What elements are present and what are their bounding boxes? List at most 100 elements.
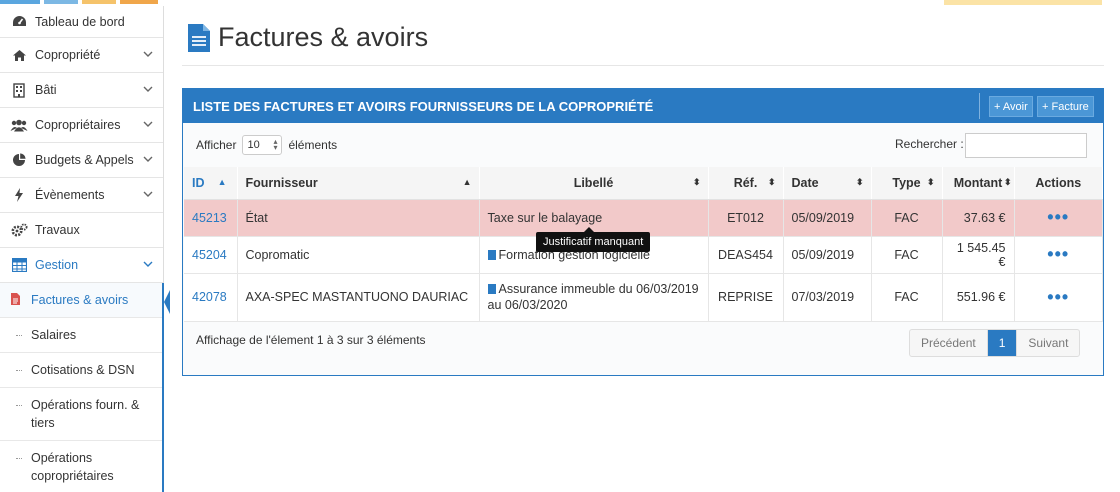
table-info: Affichage de l'élement 1 à 3 sur 3 éléme… (196, 333, 426, 347)
top-strip (0, 0, 1120, 6)
sidebar-subitem-label: Cotisations & DSN (31, 363, 135, 377)
sort-icon: ▲ (462, 177, 472, 187)
sidebar-item-travaux[interactable]: Travaux (0, 213, 163, 248)
sidebar-item-tableau-de-bord[interactable]: Tableau de bord (0, 6, 163, 38)
top-tab-3[interactable] (82, 0, 116, 4)
cell-fournisseur: Copromatic (237, 236, 480, 274)
column-header-label: Fournisseur (245, 175, 318, 190)
cell-type: FAC (871, 199, 943, 237)
cell-id[interactable]: 45213 (184, 199, 238, 237)
sidebar-item-gestion[interactable]: Gestion (0, 248, 163, 283)
cell-type: FAC (871, 273, 943, 322)
cell-date: 07/03/2019 (783, 273, 872, 322)
cell-actions: ••• (1014, 236, 1103, 274)
column-header-libelle[interactable]: Libellé ⬍ (479, 167, 709, 200)
page-length-control: Afficher 10 ▴ ▾ éléments (196, 135, 337, 155)
table-row[interactable]: 42078 AXA-SPEC MASTANTUONO DAURIAC Assur… (184, 273, 1103, 322)
more-actions-button[interactable]: ••• (1047, 287, 1069, 307)
chevron-down-icon (143, 83, 153, 97)
top-tab-2[interactable] (44, 0, 78, 4)
bolt-icon (10, 188, 28, 202)
document-icon (11, 292, 20, 310)
invoice-id-link[interactable]: 45213 (192, 211, 227, 225)
column-header-label: Libellé (573, 175, 614, 190)
column-header-type[interactable]: Type ⬍ (871, 167, 943, 200)
table-row[interactable]: 45213 État Taxe sur le balayage ET012 05… (184, 199, 1103, 237)
column-header-fournisseur[interactable]: Fournisseur ▲ (237, 167, 480, 200)
cell-montant: 551.96 € (942, 273, 1015, 322)
search-input[interactable] (965, 133, 1087, 158)
attachment-icon[interactable] (487, 249, 496, 260)
sidebar-subitem-factures-avoirs[interactable]: Factures & avoirs (0, 283, 170, 318)
page-title-text: Factures & avoirs (218, 22, 429, 52)
tree-connector (16, 458, 22, 459)
page-length-select[interactable]: 10 ▴ ▾ (242, 135, 283, 155)
cell-ref: ET012 (708, 199, 784, 237)
invoice-id-link[interactable]: 45204 (192, 248, 227, 262)
chevron-down-icon (143, 188, 153, 202)
sidebar-subitem-label: Salaires (31, 328, 77, 342)
cell-ref: REPRISE (708, 273, 784, 322)
cell-type: FAC (871, 236, 943, 274)
cell-date: 05/09/2019 (783, 199, 872, 237)
page-length-value: 10 (247, 139, 260, 151)
chevron-down-icon (143, 258, 153, 272)
sidebar-subitem-operations-fourn-tiers[interactable]: Opérations fourn. & tiers (0, 388, 162, 441)
column-header-date[interactable]: Date ⬍ (783, 167, 872, 200)
cell-id[interactable]: 45204 (184, 236, 238, 274)
document-icon (188, 23, 210, 52)
sidebar-item-label: Copropriétaires (35, 118, 121, 132)
column-header-label: Actions (1035, 175, 1082, 190)
top-right-banner (944, 0, 1102, 5)
cell-fournisseur: AXA-SPEC MASTANTUONO DAURIAC (237, 273, 480, 322)
tree-connector (16, 370, 22, 371)
cell-montant: 1 545.45 € (942, 236, 1015, 274)
cell-actions: ••• (1014, 199, 1103, 237)
top-tab-4[interactable] (120, 0, 158, 4)
pagination-next-button[interactable]: Suivant (1017, 330, 1079, 356)
sidebar-item-evenements[interactable]: Évènements (0, 178, 163, 213)
pagination-page-1[interactable]: 1 (987, 330, 1018, 356)
sidebar-item-label: Budgets & Appels (35, 153, 134, 167)
building-icon (10, 82, 28, 98)
sidebar-item-budgets-appels[interactable]: Budgets & Appels (0, 143, 163, 178)
chevron-down-icon (143, 48, 153, 62)
more-actions-button[interactable]: ••• (1047, 207, 1069, 227)
sidebar-item-label: Tableau de bord (35, 14, 125, 29)
libelle-text: Assurance immeuble du 06/03/2019 au 06/0… (487, 282, 699, 312)
chevron-down-icon (143, 153, 153, 167)
sidebar-item-coproprietaires[interactable]: Copropriétaires (0, 108, 163, 143)
sort-icon: ⬍ (767, 177, 776, 187)
tree-connector (16, 335, 22, 336)
column-header-montant[interactable]: Montant ⬍ (942, 167, 1015, 200)
attachment-icon[interactable] (487, 284, 496, 294)
sidebar-subitem-label: Opérations copropriétaires (31, 451, 114, 483)
sidebar-subitem-salaires[interactable]: Salaires (0, 318, 162, 353)
grid-icon (10, 258, 28, 272)
home-icon (10, 49, 28, 62)
cell-id[interactable]: 42078 (184, 273, 238, 322)
top-tab-1[interactable] (0, 0, 40, 4)
cell-actions: ••• (1014, 273, 1103, 322)
sort-icon: ⬍ (1003, 177, 1012, 187)
column-header-label: Type (892, 175, 921, 190)
sidebar-item-copropriete[interactable]: Copropriété (0, 38, 163, 73)
sidebar-subitem-operations-coproprietaires[interactable]: Opérations copropriétaires (0, 441, 162, 492)
sidebar-subitem-cotisations-dsn[interactable]: Cotisations & DSN (0, 353, 162, 388)
sidebar-item-bati[interactable]: Bâti (0, 73, 163, 108)
cell-montant: 37.63 € (942, 199, 1015, 237)
table-header-row: ID ▲ Fournisseur ▲ Libellé ⬍ Réf. ⬍ Date… (184, 167, 1103, 200)
add-facture-button[interactable]: + Facture (1037, 96, 1094, 117)
invoice-id-link[interactable]: 42078 (192, 290, 227, 304)
cell-fournisseur: État (237, 199, 480, 237)
column-header-ref[interactable]: Réf. ⬍ (708, 167, 784, 200)
add-avoir-button[interactable]: + Avoir (989, 96, 1033, 117)
sidebar-subitem-label: Opérations fourn. & tiers (31, 398, 140, 430)
pagination-previous-button[interactable]: Précédent (910, 330, 988, 356)
sort-asc-icon: ▲ (217, 177, 227, 187)
more-actions-button[interactable]: ••• (1047, 244, 1069, 264)
column-header-id[interactable]: ID ▲ (184, 167, 238, 200)
add-avoir-label: + Avoir (994, 100, 1028, 113)
pagination: Précédent 1 Suivant (909, 329, 1081, 357)
page-title: Factures & avoirs (188, 22, 428, 53)
